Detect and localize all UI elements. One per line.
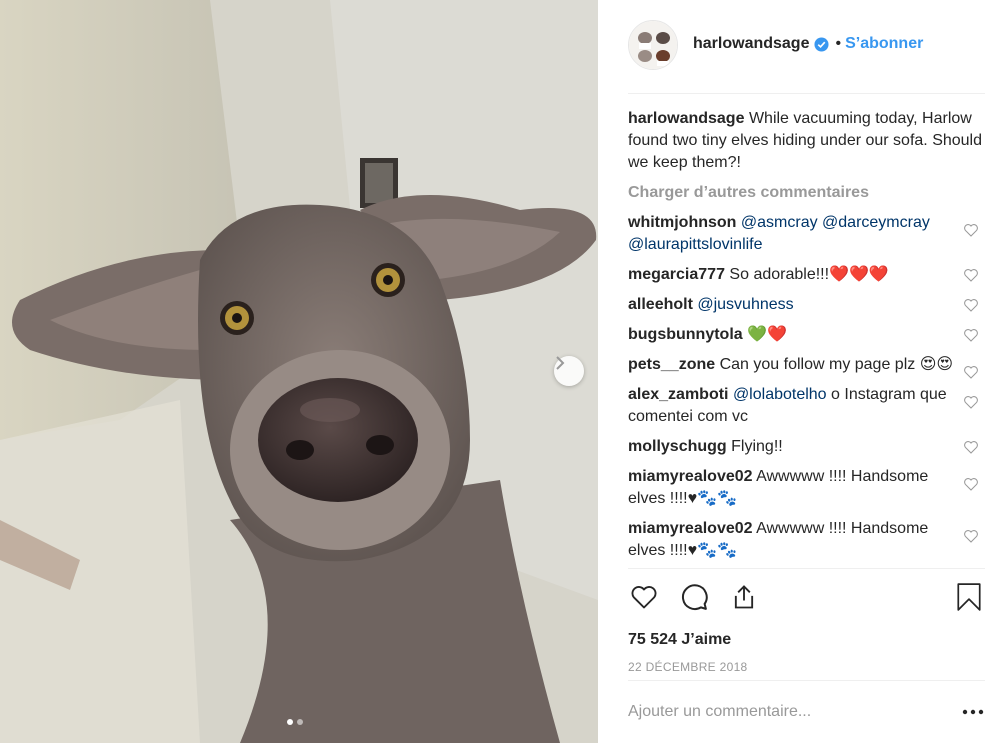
comment-item: pets__zone Can you follow my page plz 😍😍 (628, 354, 985, 379)
comment-heart-icon[interactable] (963, 476, 979, 492)
comment-text: So adorable!!!❤️❤️❤️ (729, 266, 889, 283)
caption-username[interactable]: harlowandsage (628, 110, 744, 127)
comment-username[interactable]: megarcia777 (628, 266, 725, 283)
comment-text: 💚❤️ (747, 326, 787, 343)
comment-input[interactable] (628, 703, 961, 721)
comment-heart-icon[interactable] (963, 267, 979, 283)
comment-heart-icon[interactable] (963, 327, 979, 343)
carousel-dot (297, 719, 303, 725)
comment-text: Can you follow my page plz 😍😍 (719, 356, 954, 373)
save-button[interactable] (953, 581, 985, 613)
like-count[interactable]: 75 524 J’aime (628, 631, 985, 649)
chevron-right-icon (556, 356, 565, 370)
comment-username[interactable]: mollyschugg (628, 438, 727, 455)
avatar[interactable] (628, 20, 678, 70)
comment-item: whitmjohnson @asmcray @darceymcray @laur… (628, 212, 985, 256)
comment-item: miamyrealove02 Awwwww !!!! Handsome elve… (628, 518, 985, 562)
verified-badge-icon (814, 36, 830, 52)
comment-username[interactable]: alex_zamboti (628, 386, 728, 403)
post-photo[interactable] (0, 0, 598, 743)
bookmark-icon (957, 583, 981, 611)
comment-item: alex_zamboti @lolabotelho o Instagram qu… (628, 384, 985, 428)
comment-item: alleeholt @jusvuhness (628, 294, 985, 316)
comment-item: miamyrealove02 Awwwww !!!! Handsome elve… (628, 466, 985, 510)
post-side-panel: harlowandsage • S’abonner harlowandsage … (598, 0, 1003, 743)
comment-username[interactable]: miamyrealove02 (628, 468, 753, 485)
comment-heart-icon[interactable] (963, 222, 979, 238)
comment-item: bugsbunnytola 💚❤️ (628, 324, 985, 346)
more-options-icon (962, 709, 984, 715)
share-button[interactable] (728, 581, 760, 613)
comment-username[interactable]: pets__zone (628, 356, 715, 373)
comment-username[interactable]: whitmjohnson (628, 214, 736, 231)
carousel-dot-active (287, 719, 293, 725)
post-date: 22 DÉCEMBRE 2018 (628, 660, 748, 674)
comment-button[interactable] (678, 581, 710, 613)
next-photo-button[interactable] (554, 356, 584, 386)
more-options-button[interactable] (961, 700, 985, 724)
comment-item: megarcia777 So adorable!!!❤️❤️❤️ (628, 264, 985, 286)
comment-username[interactable]: miamyrealove02 (628, 520, 753, 537)
carousel-indicator (287, 719, 303, 725)
post-actions: 75 524 J’aime 22 DÉCEMBRE 2018 (628, 568, 985, 674)
like-button[interactable] (628, 581, 660, 613)
comment-icon (681, 584, 708, 610)
comment-mention[interactable]: @lolabotelho (733, 386, 827, 403)
comment-heart-icon[interactable] (963, 364, 979, 380)
comment-text: Flying!! (731, 438, 783, 455)
username[interactable]: harlowandsage (693, 35, 809, 53)
comment-heart-icon[interactable] (963, 394, 979, 410)
avatar-dogs-image (629, 21, 677, 69)
share-icon (734, 585, 754, 609)
add-comment-bar (628, 680, 985, 743)
comment-item: mollyschugg Flying!! (628, 436, 985, 458)
follow-button[interactable]: S’abonner (845, 35, 923, 53)
comment-heart-icon[interactable] (963, 439, 979, 455)
comment-username[interactable]: bugsbunnytola (628, 326, 743, 343)
comment-heart-icon[interactable] (963, 528, 979, 544)
comment-username[interactable]: alleeholt (628, 296, 693, 313)
comments-list[interactable]: harlowandsage While vacuuming today, Har… (628, 108, 985, 568)
comment-mention[interactable]: @jusvuhness (697, 296, 793, 313)
post-caption: harlowandsage While vacuuming today, Har… (628, 108, 985, 174)
comment-heart-icon[interactable] (963, 297, 979, 313)
post-header: harlowandsage • S’abonner (628, 20, 985, 94)
heart-icon (631, 586, 657, 609)
separator-bullet: • (835, 35, 842, 52)
dog-photo-illustration (0, 0, 598, 743)
load-more-comments-link[interactable]: Charger d’autres commentaires (628, 182, 985, 204)
